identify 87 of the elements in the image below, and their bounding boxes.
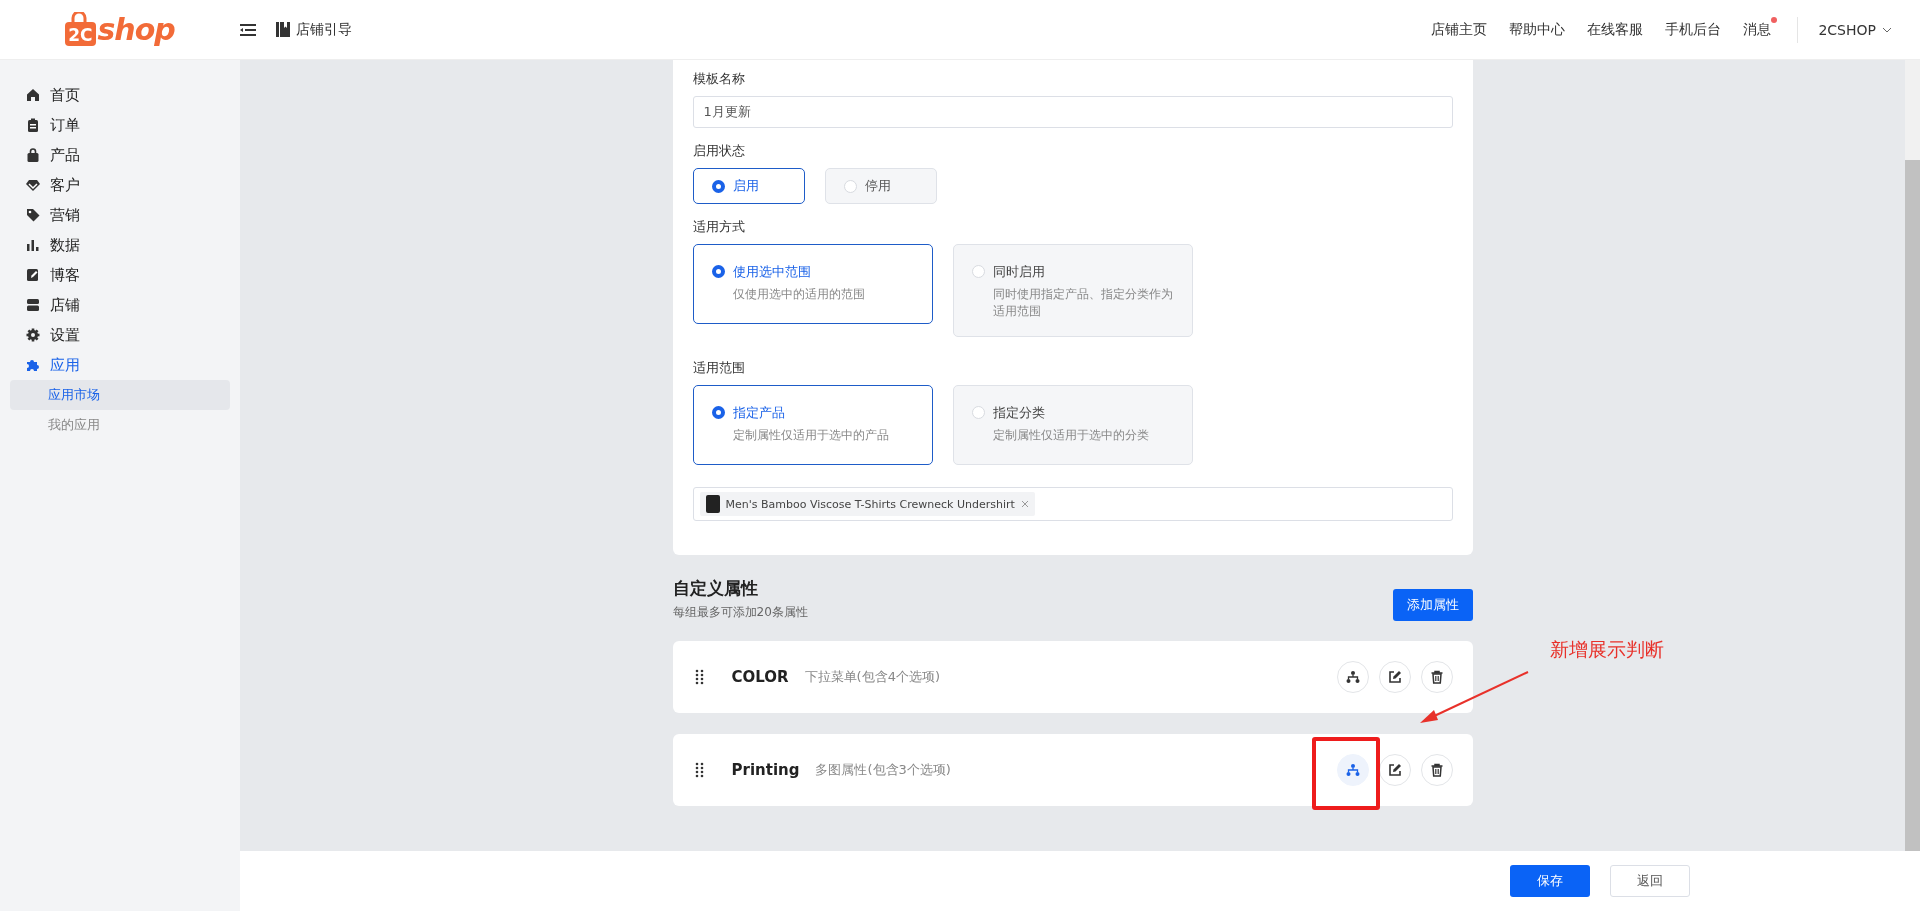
attribute-name: Printing	[731, 761, 800, 779]
option-card[interactable]: 同时启用 同时使用指定产品、指定分类作为适用范围	[952, 244, 1193, 337]
sidebar-item[interactable]: 店铺	[0, 290, 240, 320]
chevron-down-icon[interactable]	[1882, 26, 1892, 33]
delete-button[interactable]	[1420, 754, 1453, 786]
radio-icon	[711, 179, 725, 193]
trash-icon	[1429, 670, 1444, 684]
puzzle-icon	[26, 358, 40, 372]
tag-icon	[26, 208, 40, 222]
radio-icon	[843, 179, 857, 193]
delete-button[interactable]	[1420, 661, 1453, 693]
account-name[interactable]: 2CSHOP	[1818, 21, 1876, 38]
header-link[interactable]: 消息	[1743, 20, 1772, 39]
attribute-name: COLOR	[731, 668, 789, 686]
bag-icon	[26, 148, 40, 162]
option-title: 指定产品	[732, 404, 786, 422]
drag-handle-icon[interactable]	[694, 762, 704, 778]
attribute-description: 下拉菜单(包含4个选项)	[804, 668, 940, 686]
trash-icon	[1429, 763, 1444, 777]
hierarchy-icon	[1345, 763, 1360, 777]
sidebar-item[interactable]: 博客	[0, 260, 240, 290]
book-icon	[276, 22, 290, 37]
save-button[interactable]: 保存	[1510, 865, 1590, 897]
option-card[interactable]: 使用选中范围 仅使用选中的适用的范围	[692, 244, 933, 324]
home-icon	[26, 88, 40, 102]
option-title: 同时启用	[992, 263, 1046, 281]
option-title: 使用选中范围	[732, 263, 812, 281]
edit-icon	[1387, 763, 1402, 777]
attribute-description: 多图属性(包含3个选项)	[815, 761, 951, 779]
radio-icon	[971, 265, 985, 278]
field-label: 模板名称	[692, 70, 746, 88]
option-title: 指定分类	[992, 404, 1046, 422]
field-label: 启用状态	[692, 142, 746, 160]
field-label: 适用方式	[692, 218, 746, 236]
logo-text: shop	[97, 12, 175, 47]
sidebar-item[interactable]: 营销	[0, 200, 240, 230]
field-label: 适用范围	[692, 359, 746, 377]
header-link[interactable]: 手机后台	[1665, 20, 1722, 39]
store-icon	[26, 298, 40, 312]
add-attribute-button[interactable]: 添加属性	[1392, 589, 1473, 621]
option-card[interactable]: 指定分类 定制属性仅适用于选中的分类	[952, 385, 1193, 465]
hierarchy-icon	[1345, 670, 1360, 684]
back-button[interactable]: 返回	[1610, 865, 1690, 897]
section-subtitle: 每组最多可添加20条属性	[672, 604, 808, 621]
drag-handle-icon[interactable]	[694, 669, 704, 685]
option-description: 同时使用指定产品、指定分类作为适用范围	[992, 286, 1174, 320]
close-icon[interactable]	[1020, 500, 1029, 508]
bar-chart-icon	[26, 238, 40, 252]
tag-label: Men's Bamboo Viscose T-Shirts Crewneck Undershirt	[725, 497, 1015, 511]
clipboard-icon	[26, 118, 40, 132]
settings-icon	[26, 328, 40, 342]
sidebar-item[interactable]: 订单	[0, 110, 240, 140]
scrollbar[interactable]	[1905, 60, 1920, 851]
sidebar-item[interactable]: 数据	[0, 230, 240, 260]
section-title: 自定义属性	[672, 577, 759, 600]
header-link[interactable]: 在线客服	[1587, 20, 1644, 39]
radio-icon	[971, 406, 985, 419]
sidebar-item[interactable]: 设置	[0, 320, 240, 350]
edit-button[interactable]	[1378, 661, 1411, 693]
tag-input-field[interactable]: Men's Bamboo Viscose T-Shirts Crewneck Undershirt	[692, 487, 1453, 521]
bag-handle-icon	[71, 11, 88, 24]
header-link[interactable]: 帮助中心	[1509, 20, 1566, 39]
condition-button[interactable]	[1336, 754, 1369, 786]
sidebar-item[interactable]: 客户	[0, 170, 240, 200]
option-description: 仅使用选中的适用的范围	[732, 286, 865, 303]
radio-option[interactable]: 启用	[692, 168, 805, 204]
radio-icon	[711, 406, 725, 419]
annotation-text: 新增展示判断	[1550, 637, 1664, 662]
edit-icon	[26, 268, 40, 282]
edit-button[interactable]	[1378, 754, 1411, 786]
guide-link[interactable]: 店铺引导	[296, 20, 352, 39]
menu-icon[interactable]	[240, 22, 256, 37]
sidebar-item[interactable]: 首页	[0, 80, 240, 110]
input-field[interactable]: 1月更新	[692, 96, 1453, 128]
radio-icon	[711, 265, 725, 278]
sidebar-item[interactable]: 应用	[0, 350, 240, 380]
option-card[interactable]: 指定产品 定制属性仅适用于选中的产品	[692, 385, 933, 465]
sidebar-subitem[interactable]: 应用市场	[10, 380, 230, 410]
radio-option[interactable]: 停用	[824, 168, 937, 204]
edit-icon	[1387, 670, 1402, 684]
diamond-icon	[26, 178, 40, 192]
option-description: 定制属性仅适用于选中的分类	[992, 427, 1149, 444]
option-description: 定制属性仅适用于选中的产品	[732, 427, 889, 444]
photo-placeholder	[705, 495, 720, 513]
sidebar-item[interactable]: 产品	[0, 140, 240, 170]
header-link[interactable]: 店铺主页	[1431, 20, 1488, 39]
condition-button[interactable]	[1336, 661, 1369, 693]
